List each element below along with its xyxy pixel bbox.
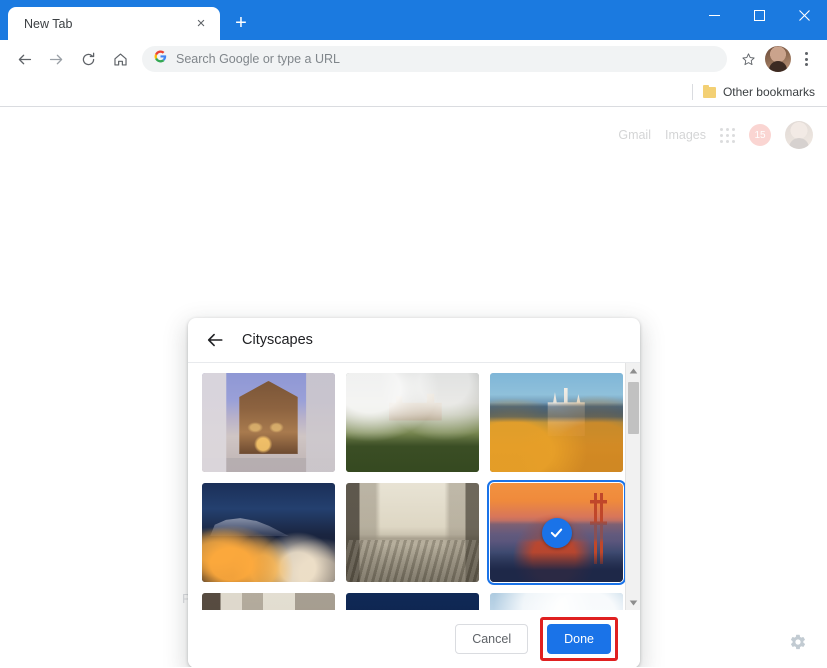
ntp-account-avatar[interactable] xyxy=(785,121,813,149)
background-image-picker-dialog: Cityscapes Cancel Done xyxy=(188,318,640,667)
thumbnail-6[interactable] xyxy=(202,593,335,610)
window-controls xyxy=(692,0,827,30)
thumbnail-grid xyxy=(188,363,631,610)
back-icon[interactable] xyxy=(10,45,38,73)
bookmarks-bar: Other bookmarks xyxy=(0,78,827,107)
new-tab-page: Gmail Images 15 P Cityscapes Cancel Done xyxy=(0,107,827,667)
ntp-link-gmail[interactable]: Gmail xyxy=(618,128,651,142)
dialog-body xyxy=(188,363,640,610)
forward-icon[interactable] xyxy=(42,45,70,73)
thumbnail-image xyxy=(202,373,335,472)
tab-title: New Tab xyxy=(24,16,73,31)
other-bookmarks-button[interactable]: Other bookmarks xyxy=(702,84,815,99)
new-tab-button[interactable]: + xyxy=(226,8,256,38)
done-button-highlight: Done xyxy=(540,617,618,661)
thumbnail-7[interactable] xyxy=(346,593,479,610)
scroll-up-arrow-icon[interactable] xyxy=(626,363,641,378)
dialog-title: Cityscapes xyxy=(242,332,313,348)
reload-icon[interactable] xyxy=(74,45,102,73)
gear-icon[interactable] xyxy=(789,633,807,651)
selected-check-icon xyxy=(541,517,572,548)
thumbnail-5[interactable] xyxy=(487,480,626,585)
profile-avatar[interactable] xyxy=(765,46,791,72)
maximize-button[interactable] xyxy=(737,0,782,30)
thumbnail-image xyxy=(346,373,479,472)
chrome-menu-icon[interactable] xyxy=(793,46,819,72)
browser-titlebar: New Tab × + xyxy=(0,0,827,40)
back-arrow-icon[interactable] xyxy=(204,329,226,351)
google-apps-grid-icon[interactable] xyxy=(720,127,735,143)
google-g-icon xyxy=(154,50,167,68)
thumbnail-image xyxy=(490,593,623,610)
thumbnail-3[interactable] xyxy=(202,483,335,582)
scrollbar-track[interactable] xyxy=(626,378,641,595)
bookmarks-separator xyxy=(691,84,693,100)
dialog-footer: Cancel Done xyxy=(188,610,640,667)
thumbnail-1[interactable] xyxy=(346,373,479,472)
home-icon[interactable] xyxy=(106,45,134,73)
ntp-link-images[interactable]: Images xyxy=(665,128,706,142)
address-bar[interactable]: Search Google or type a URL xyxy=(142,46,727,72)
tab-close-icon[interactable]: × xyxy=(192,15,210,33)
thumbnail-image xyxy=(490,373,623,472)
thumbnail-4[interactable] xyxy=(346,483,479,582)
thumbnail-image xyxy=(346,593,479,610)
address-bar-placeholder: Search Google or type a URL xyxy=(176,52,340,66)
done-button[interactable]: Done xyxy=(547,624,611,654)
thumbnail-image xyxy=(202,483,335,582)
minimize-button[interactable] xyxy=(692,0,737,30)
dialog-header: Cityscapes xyxy=(188,318,640,363)
thumbnail-8[interactable] xyxy=(490,593,623,610)
tab-strip: New Tab × + xyxy=(0,0,256,40)
bookmark-star-icon[interactable] xyxy=(735,46,761,72)
browser-toolbar: Search Google or type a URL xyxy=(0,40,827,78)
scrollbar-thumb[interactable] xyxy=(627,382,639,434)
cancel-button[interactable]: Cancel xyxy=(455,624,529,654)
thumbnail-image xyxy=(202,593,335,610)
ntp-top-right-links: Gmail Images 15 xyxy=(618,121,813,149)
scroll-down-arrow-icon[interactable] xyxy=(626,595,641,610)
browser-window: New Tab × + Search Google or type a URL … xyxy=(0,0,827,668)
thumbnail-2[interactable] xyxy=(490,373,623,472)
tab-new-tab[interactable]: New Tab × xyxy=(8,7,220,40)
notification-badge[interactable]: 15 xyxy=(749,124,771,146)
thumbnail-image xyxy=(346,483,479,582)
dialog-scrollbar[interactable] xyxy=(625,363,640,610)
close-button[interactable] xyxy=(782,0,827,30)
thumbnail-0[interactable] xyxy=(202,373,335,472)
folder-icon xyxy=(702,84,716,98)
other-bookmarks-label: Other bookmarks xyxy=(722,85,815,99)
